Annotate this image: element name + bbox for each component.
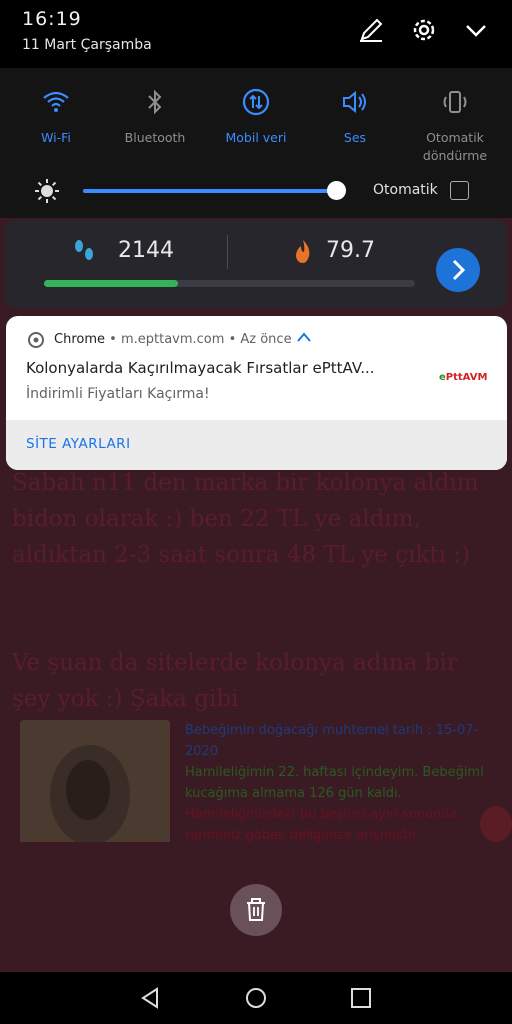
back-icon[interactable]: [139, 986, 163, 1014]
site-settings-button[interactable]: SİTE AYARLARI: [26, 436, 131, 452]
tile-label: Ses: [343, 130, 367, 145]
post-paragraph: Sabah n11 den marka bir kolonya aldım bi…: [12, 470, 479, 568]
source-domain: m.epttavm.com: [120, 332, 225, 347]
gear-icon[interactable]: [408, 14, 440, 46]
notification-body[interactable]: Chrome • m.epttavm.com • Az önce Kolonya…: [6, 316, 507, 420]
chevron-down-icon[interactable]: [460, 14, 492, 46]
tile-label: Otomatik döndürme: [422, 130, 488, 163]
brightness-icon: [33, 177, 61, 209]
post-paragraph: Ve şuan da sitelerde kolonya adına bir ş…: [12, 650, 458, 712]
floating-button[interactable]: [480, 806, 512, 842]
notification-title: Kolonyalarda Kaçırılmayacak Fırsatlar eP…: [26, 359, 375, 377]
bluetooth-icon: [105, 85, 205, 119]
brightness-slider-track[interactable]: [83, 189, 337, 193]
auto-brightness-checkbox[interactable]: [450, 181, 469, 200]
steps-icon: [72, 238, 96, 268]
notification-header: Chrome • m.epttavm.com • Az önce: [54, 331, 312, 347]
tile-auto-rotate[interactable]: Otomatik döndürme: [405, 85, 505, 165]
clock: 16:19: [22, 8, 82, 30]
pregnancy-image: [20, 720, 170, 860]
notification-card[interactable]: Chrome • m.epttavm.com • Az önce Kolonya…: [6, 316, 507, 470]
sound-icon: [305, 85, 405, 119]
widget-divider: [227, 235, 228, 269]
recents-icon[interactable]: [349, 986, 373, 1014]
calories-icon: [291, 238, 315, 268]
health-open-button[interactable]: [436, 248, 480, 292]
home-icon[interactable]: [244, 986, 268, 1014]
tile-bluetooth[interactable]: Bluetooth: [105, 85, 205, 147]
date-label: 11 Mart Çarşamba: [22, 37, 152, 53]
tile-label: Bluetooth: [124, 130, 186, 145]
wifi-icon: [6, 85, 106, 119]
due-date-text: Bebeğimin doğacağı muhtemel tarih : 15-0…: [185, 723, 479, 759]
chevron-right-icon: [452, 259, 466, 281]
calories-value: 79.7: [326, 238, 375, 263]
chrome-icon: [28, 332, 44, 348]
auto-brightness-label: Otomatik: [373, 182, 438, 198]
tile-wifi[interactable]: Wi-Fi: [6, 85, 106, 147]
health-progress-bar: [44, 280, 415, 287]
brightness-slider-handle[interactable]: [327, 181, 346, 200]
health-progress-fill: [44, 280, 178, 287]
pregnancy-info: Bebeğimin doğacağı muhtemel tarih : 15-0…: [185, 720, 505, 846]
tile-mobile-data[interactable]: Mobil veri: [206, 85, 306, 147]
navigation-bar: [0, 972, 512, 1024]
notification-text: İndirimli Fiyatları Kaçırma!: [26, 386, 210, 402]
auto-rotate-icon: [405, 85, 505, 119]
edit-icon[interactable]: [355, 14, 387, 46]
epttavm-logo: ePttAVM: [439, 372, 488, 383]
chevron-up-icon[interactable]: [296, 332, 312, 347]
notification-time: Az önce: [240, 332, 292, 347]
clear-notifications-button[interactable]: [230, 884, 282, 936]
tile-label: Mobil veri: [225, 130, 287, 145]
mobile-data-icon: [206, 85, 306, 119]
steps-count: 2144: [118, 238, 174, 263]
week-text: Hamileliğimin 22. haftası içindeyim. Beb…: [185, 765, 484, 801]
tile-label: Wi-Fi: [41, 130, 71, 145]
app-name: Chrome: [54, 332, 105, 347]
month-text: Hamileliğinizdeki bu beşinci ayın sonund…: [185, 807, 458, 843]
tile-sound[interactable]: Ses: [305, 85, 405, 147]
trash-icon: [247, 898, 265, 921]
